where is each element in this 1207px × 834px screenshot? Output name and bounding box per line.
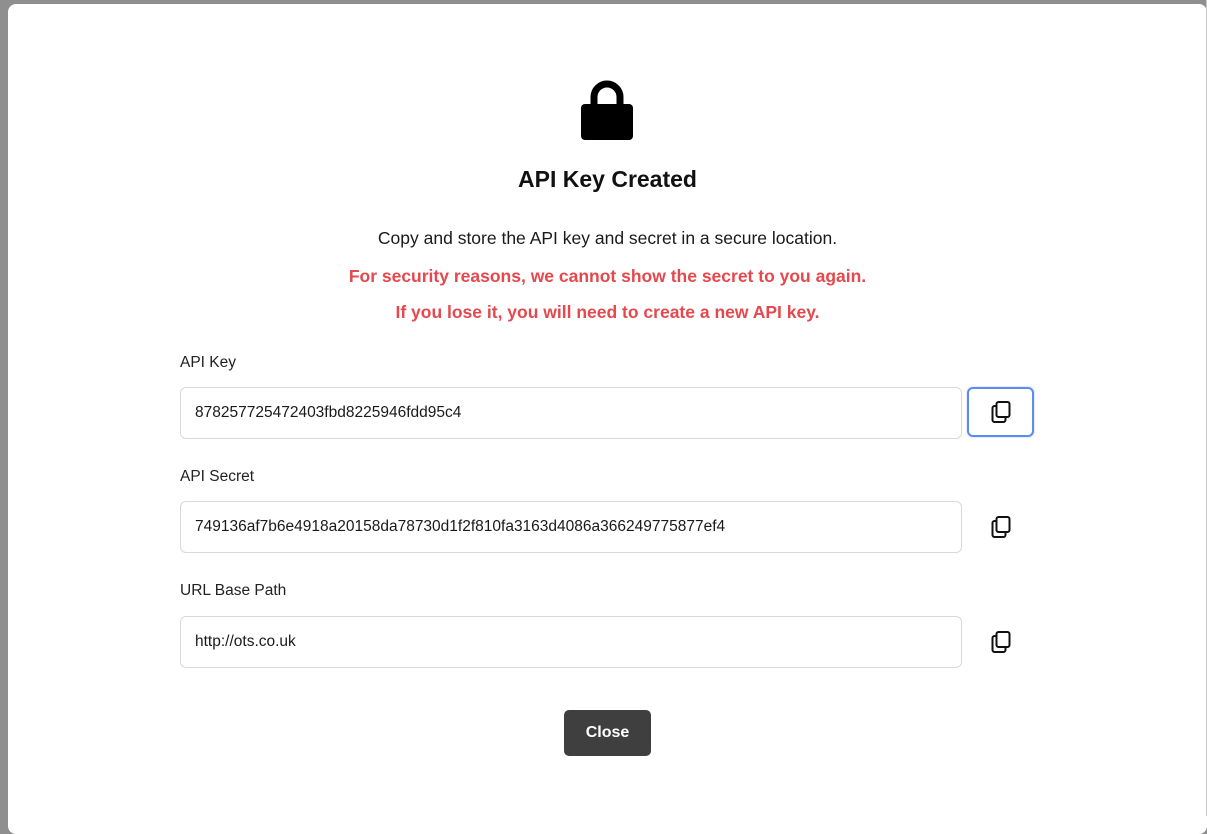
copy-api-key-button[interactable] bbox=[967, 387, 1034, 437]
copy-api-secret-button[interactable] bbox=[967, 502, 1034, 552]
copy-icon bbox=[991, 401, 1010, 423]
dialog-description: Copy and store the API key and secret in… bbox=[377, 228, 838, 248]
copy-icon bbox=[991, 516, 1010, 538]
api-key-created-dialog: API Key Created Copy and store the API k… bbox=[8, 4, 1207, 834]
url-base-path-label: URL Base Path bbox=[180, 582, 287, 599]
dialog-title: API Key Created bbox=[518, 166, 697, 192]
api-key-label: API Key bbox=[180, 354, 236, 371]
copy-icon bbox=[991, 631, 1010, 653]
copy-url-base-path-button[interactable] bbox=[967, 617, 1034, 667]
url-base-path-field[interactable] bbox=[180, 616, 962, 668]
api-secret-field[interactable] bbox=[180, 501, 962, 553]
security-warning-line-1: For security reasons, we cannot show the… bbox=[348, 266, 867, 286]
security-warning-line-2: If you lose it, you will need to create … bbox=[395, 302, 820, 322]
api-secret-label: API Secret bbox=[180, 468, 255, 485]
close-button[interactable]: Close bbox=[564, 710, 651, 756]
api-key-field[interactable] bbox=[180, 387, 962, 439]
lock-icon bbox=[581, 80, 633, 140]
